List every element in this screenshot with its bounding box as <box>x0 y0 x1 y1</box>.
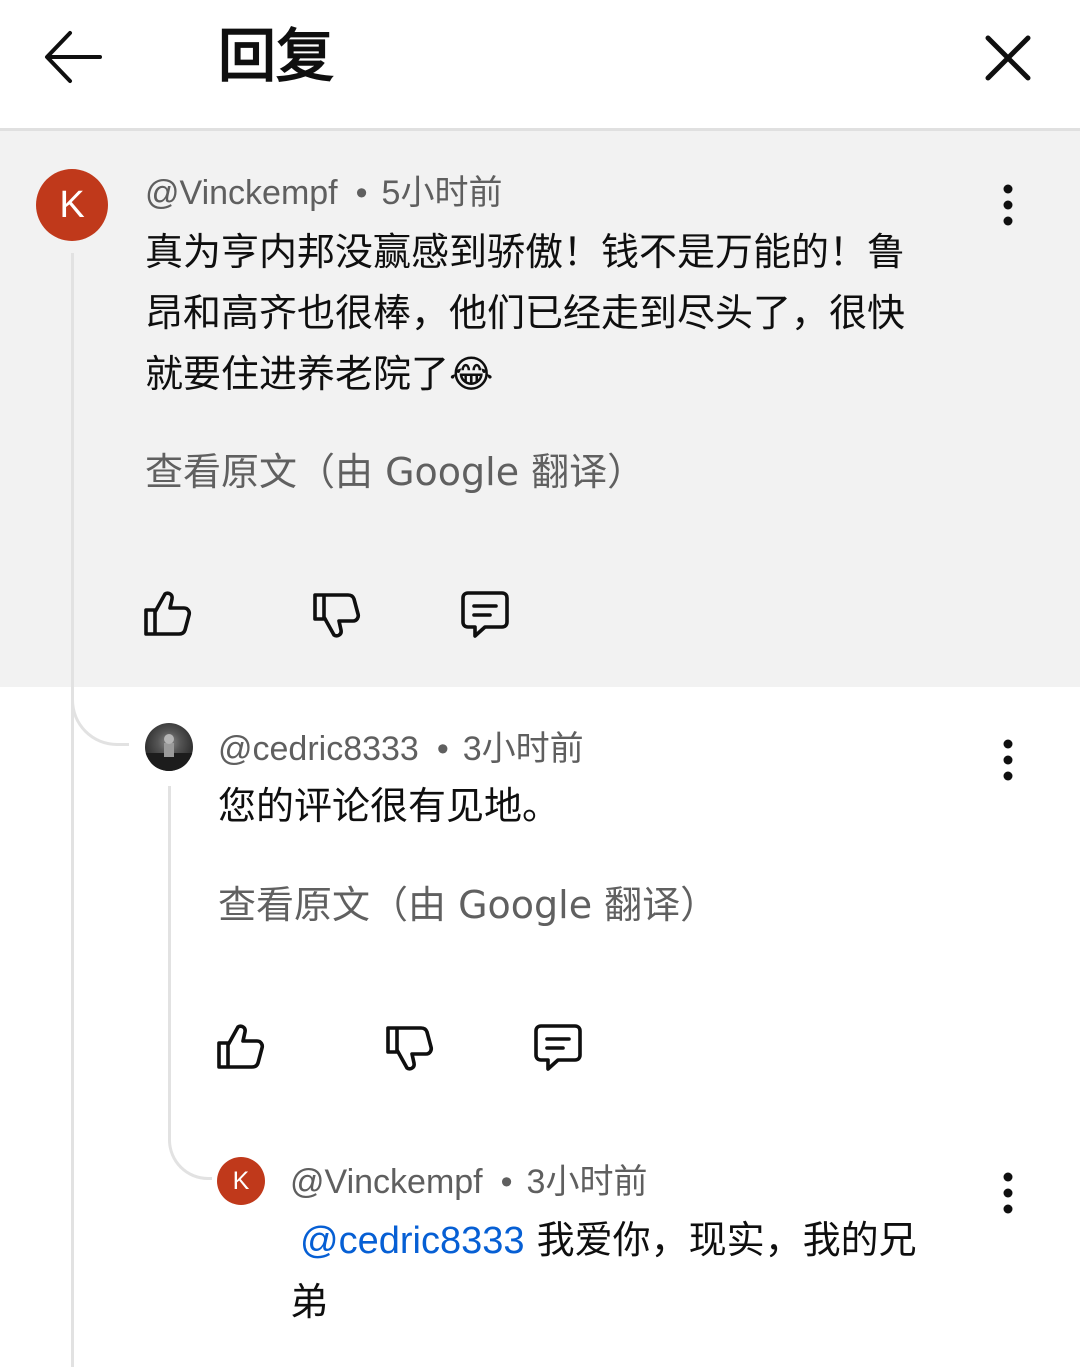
avatar-letter: K <box>232 1166 250 1195</box>
comment-author[interactable]: @cedric8333 <box>218 730 419 768</box>
reply-button[interactable] <box>532 1022 584 1074</box>
thread-line <box>168 786 171 1116</box>
avatar-letter: K <box>59 183 85 226</box>
comment-text: 真为亨内邦没赢感到骄傲！钱不是万能的！鲁 昂和高齐也很棒，他们已经走到尽头了，很… <box>145 222 1005 405</box>
reply-button[interactable] <box>459 589 511 641</box>
thumbs-down-icon <box>386 1026 434 1071</box>
comment-text-segment: 我爱你，现实，我的兄 <box>524 1218 917 1262</box>
comment-author[interactable]: @Vinckempf <box>290 1163 483 1201</box>
avatar-photo-icon <box>145 734 193 771</box>
thread-connector <box>71 686 129 746</box>
page-title: 回复 <box>218 22 335 90</box>
close-button[interactable] <box>980 30 1036 86</box>
dislike-button[interactable] <box>311 589 363 641</box>
comment-time: 5小时前 <box>381 174 503 212</box>
comment-icon <box>534 1024 582 1071</box>
comment-meta: @Vinckempf • 3小时前 <box>290 1160 647 1204</box>
meta-separator: • <box>500 1163 513 1201</box>
back-button[interactable] <box>40 24 106 90</box>
comment-icon <box>461 591 509 638</box>
comment-time: 3小时前 <box>462 730 584 768</box>
thread-connector <box>168 1116 212 1180</box>
arrow-left-icon <box>45 31 102 83</box>
close-icon <box>985 35 1031 81</box>
meta-separator: • <box>436 730 449 768</box>
see-original-link[interactable]: 查看原文（由 Google 翻译） <box>218 880 718 930</box>
comment-time: 3小时前 <box>526 1163 648 1201</box>
comment-text-line: 就要住进养老院了😂 <box>145 352 494 396</box>
comment-text-line: 昂和高齐也很棒，他们已经走到尽头了，很快 <box>145 291 906 335</box>
dislike-button[interactable] <box>384 1022 436 1074</box>
avatar[interactable]: K <box>217 1157 265 1205</box>
avatar[interactable] <box>145 723 193 771</box>
comment-text-line: @cedric8333 我爱你，现实，我的兄 <box>290 1210 1020 1272</box>
comment-meta: @Vinckempf • 5小时前 <box>145 171 502 215</box>
comment-text-line: 真为亨内邦没赢感到骄傲！钱不是万能的！鲁 <box>145 230 906 274</box>
comment-text: @cedric8333 我爱你，现实，我的兄 弟 <box>290 1210 1020 1333</box>
avatar[interactable]: K <box>36 169 108 241</box>
thumbs-down-icon <box>313 593 361 638</box>
top-app-bar: 回复 <box>0 0 1080 131</box>
thread-line <box>71 253 74 1367</box>
comment-author[interactable]: @Vinckempf <box>145 174 338 212</box>
comment-text-line: 弟 <box>290 1280 329 1324</box>
comment-meta: @cedric8333 • 3小时前 <box>218 727 584 771</box>
thumbs-up-icon <box>217 1024 265 1069</box>
thumbs-up-icon <box>144 591 192 636</box>
like-button[interactable] <box>215 1021 267 1073</box>
mention-link[interactable]: @cedric8333 <box>300 1220 524 1262</box>
meta-separator: • <box>355 174 368 212</box>
comment-text: 您的评论很有见地。 <box>218 784 561 828</box>
like-button[interactable] <box>142 588 194 640</box>
see-original-link[interactable]: 查看原文（由 Google 翻译） <box>145 447 645 497</box>
